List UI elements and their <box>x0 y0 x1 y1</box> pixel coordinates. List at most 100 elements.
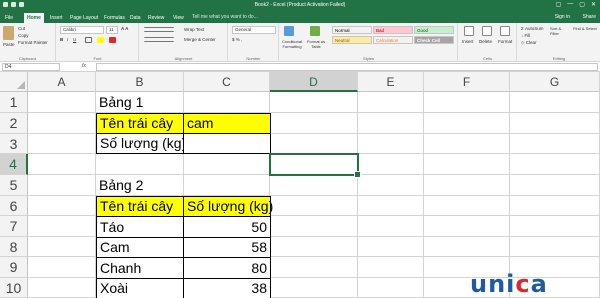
grid-cell[interactable] <box>28 257 96 278</box>
row-header-6[interactable]: 6 <box>0 196 28 216</box>
column-header-c[interactable]: C <box>184 72 270 92</box>
style-good[interactable]: Good <box>414 26 454 34</box>
grid-cell[interactable] <box>270 237 358 257</box>
cell-b8[interactable]: Cam <box>96 237 184 258</box>
cell-c3[interactable] <box>183 133 271 154</box>
tab-view[interactable]: View <box>170 13 187 23</box>
grid-cell[interactable] <box>28 278 96 298</box>
cell-c2[interactable]: cam <box>183 113 271 134</box>
clear-button[interactable]: ◇ Clear <box>521 40 536 46</box>
format-as-table-icon[interactable] <box>310 26 320 36</box>
column-header-d[interactable]: D <box>270 72 358 92</box>
style-neutral[interactable]: Neutral <box>332 36 372 44</box>
cell-b3[interactable]: Số lượng (kg) <box>96 133 186 154</box>
accounting-format-icon[interactable]: $ % , <box>232 37 242 42</box>
grid-cell[interactable] <box>424 154 510 175</box>
ribbon-display-icon[interactable]: ▢ <box>556 1 562 8</box>
grid-cell[interactable] <box>510 113 600 134</box>
active-cell-d4[interactable] <box>269 153 361 178</box>
grid-cell[interactable] <box>358 175 424 196</box>
cell-b9[interactable]: Chanh <box>96 257 184 279</box>
name-box[interactable]: D4 <box>2 63 60 71</box>
grid-cell[interactable] <box>358 237 424 257</box>
format-cells-icon[interactable] <box>500 26 510 36</box>
minimize-icon[interactable]: — <box>567 1 573 8</box>
row-header-8[interactable]: 8 <box>0 237 28 257</box>
grid-cell[interactable] <box>28 134 96 154</box>
insert-function-icon[interactable]: fx <box>82 63 86 69</box>
grid-cell[interactable] <box>358 113 424 134</box>
formula-input[interactable] <box>96 63 598 71</box>
row-header-3[interactable]: 3 <box>0 134 28 154</box>
grid-cell[interactable] <box>358 216 424 237</box>
fill-button[interactable]: ↓ Fill <box>521 33 530 38</box>
grid-cell[interactable] <box>270 216 358 237</box>
grid-cell[interactable] <box>184 154 270 175</box>
grid-cell[interactable] <box>270 175 358 196</box>
style-bad[interactable]: Bad <box>373 26 413 34</box>
bold-icon[interactable]: B <box>60 37 63 42</box>
cut-button[interactable]: Cut <box>18 26 25 31</box>
insert-cells-icon[interactable] <box>464 26 474 36</box>
underline-icon[interactable]: U <box>73 37 76 42</box>
merge-center-button[interactable]: Merge & Center <box>184 37 216 42</box>
vertical-align-icon[interactable] <box>144 27 174 32</box>
grid-cell[interactable] <box>270 134 358 154</box>
grid-cell[interactable] <box>184 92 270 113</box>
grid-cell[interactable] <box>28 113 96 134</box>
grid-cell[interactable] <box>28 154 96 175</box>
cell-b10[interactable]: Xoài <box>96 278 184 298</box>
paste-button[interactable]: Paste <box>3 42 15 47</box>
font-name-select[interactable]: Calibri <box>60 26 104 34</box>
maximize-icon[interactable]: ▢ <box>579 1 585 8</box>
grid-cell[interactable] <box>184 175 270 196</box>
tab-insert[interactable]: Insert <box>47 13 66 23</box>
grid-cell[interactable] <box>270 196 358 216</box>
tab-data[interactable]: Data <box>127 13 144 23</box>
grid-cell[interactable] <box>28 92 96 113</box>
sign-in-link[interactable]: Sign in <box>555 14 570 20</box>
cell-b1[interactable]: Bảng 1 <box>96 92 184 113</box>
font-color-icon[interactable] <box>109 37 116 43</box>
column-header-f[interactable]: F <box>424 72 510 92</box>
cell-c10[interactable]: 38 <box>183 278 271 298</box>
tab-review[interactable]: Review <box>145 13 167 23</box>
format-button[interactable]: Format <box>498 39 512 44</box>
grid-cell[interactable] <box>510 134 600 154</box>
grid-cell[interactable] <box>270 257 358 278</box>
cell-b7[interactable]: Táo <box>96 216 184 238</box>
grid-cell[interactable] <box>28 237 96 257</box>
tab-home[interactable]: Home <box>24 13 44 23</box>
grid-cell[interactable] <box>424 92 510 113</box>
wrap-text-button[interactable]: Wrap Text <box>184 27 204 32</box>
select-all-button[interactable] <box>0 72 28 92</box>
format-painter-button[interactable]: Format Painter <box>18 40 48 45</box>
row-header-5[interactable]: 5 <box>0 175 28 196</box>
cell-c9[interactable]: 80 <box>183 257 271 279</box>
cell-c8[interactable]: 58 <box>183 237 271 258</box>
horizontal-align-icon[interactable] <box>144 37 174 42</box>
grid-cell[interactable] <box>28 216 96 237</box>
column-header-b[interactable]: B <box>96 72 184 92</box>
grid-cell[interactable] <box>424 196 510 216</box>
delete-button[interactable]: Delete <box>479 39 492 44</box>
row-header-9[interactable]: 9 <box>0 257 28 278</box>
fill-color-icon[interactable] <box>97 37 104 43</box>
tab-formulas[interactable]: Formulas <box>101 13 128 23</box>
borders-icon[interactable] <box>85 37 92 43</box>
cell-b5[interactable]: Bảng 2 <box>96 175 184 196</box>
grid-cell[interactable] <box>424 113 510 134</box>
grid-cell[interactable] <box>358 257 424 278</box>
grid-cell[interactable] <box>358 278 424 298</box>
font-size-select[interactable]: 11 <box>106 26 118 34</box>
grid-cell[interactable] <box>510 154 600 175</box>
copy-button[interactable]: Copy <box>18 33 29 38</box>
grid-cell[interactable] <box>510 216 600 237</box>
tab-page-layout[interactable]: Page Layout <box>67 13 101 23</box>
conditional-formatting-button[interactable]: Conditional Formatting <box>281 39 303 49</box>
close-icon[interactable]: ✕ <box>591 1 596 8</box>
row-header-2[interactable]: 2 <box>0 113 28 134</box>
grid-cell[interactable] <box>96 154 184 175</box>
grid-cell[interactable] <box>510 237 600 257</box>
grid-cell[interactable] <box>28 175 96 196</box>
